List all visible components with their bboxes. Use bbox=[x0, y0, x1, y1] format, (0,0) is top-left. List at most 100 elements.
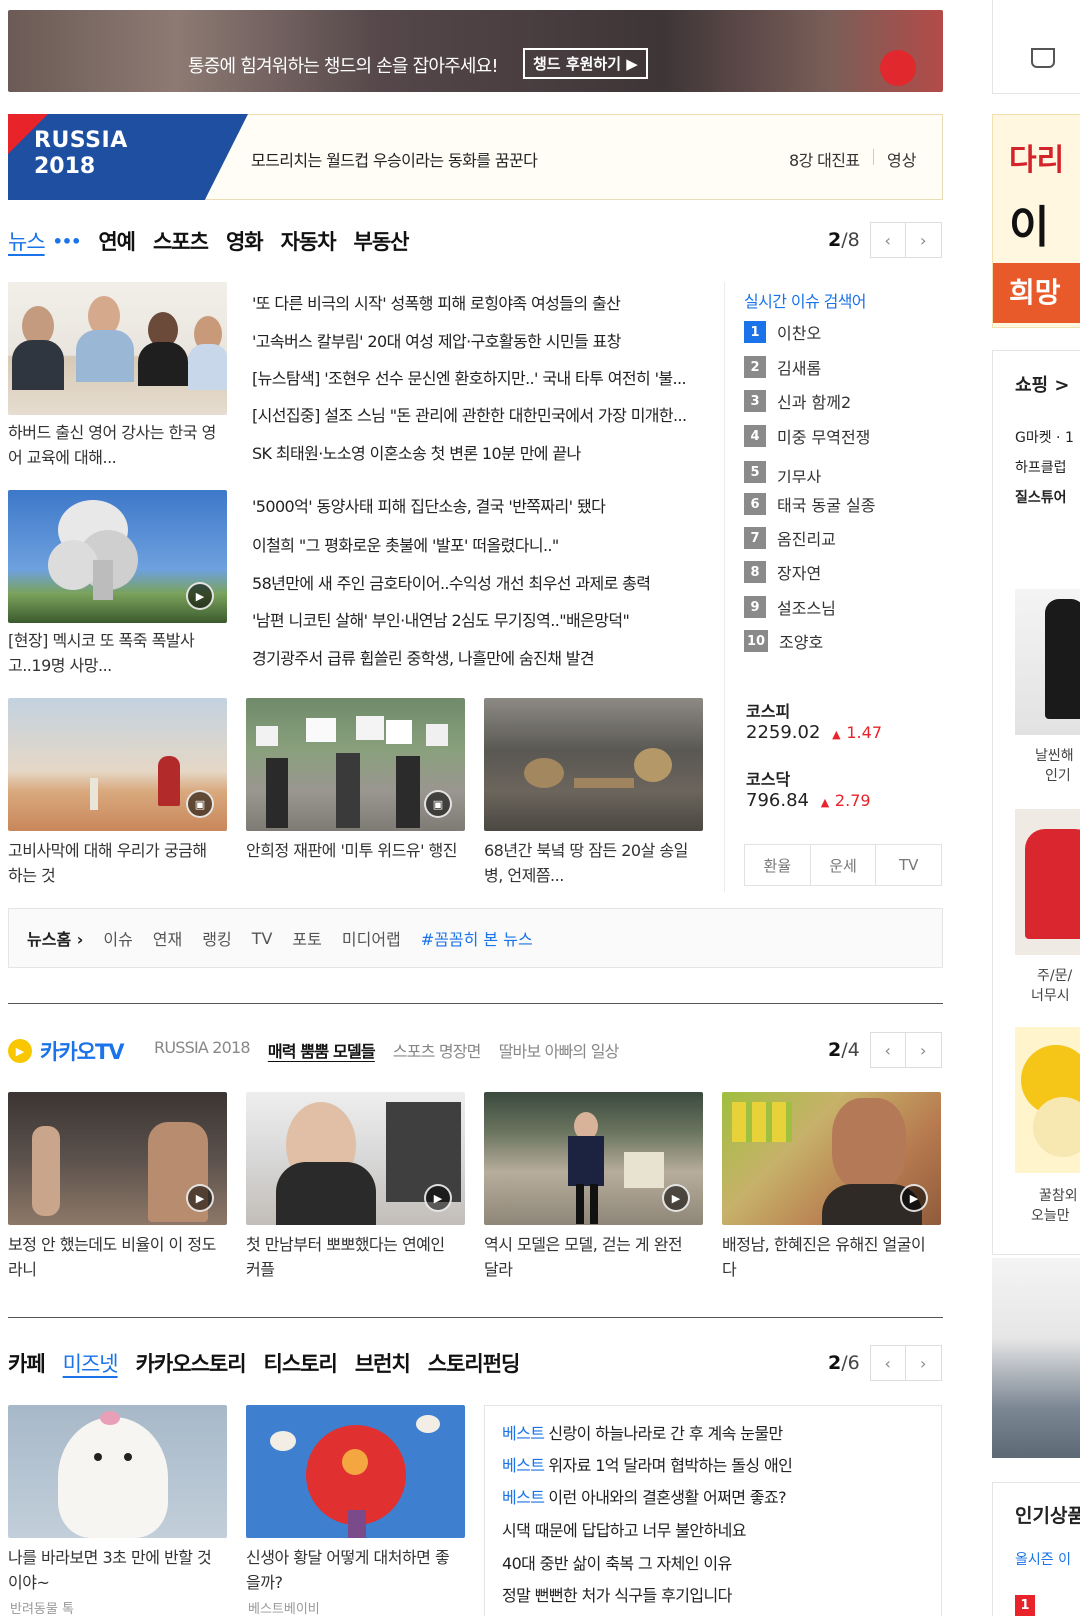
top-banner-ad[interactable]: 통증에 힘겨워하는 챙드의 손을 잡아주세요! 챙드 후원하기 ▶ bbox=[8, 10, 943, 92]
video-caption[interactable]: 역시 모델은 모델, 걷는 게 완전 달라 bbox=[484, 1232, 699, 1282]
tab-tistory[interactable]: 티스토리 bbox=[264, 1348, 338, 1378]
headline-link[interactable]: [뉴스탐색] '조현우 선수 문신엔 환호하지만..' 국내 타투 여전히 '불… bbox=[252, 365, 707, 389]
rank-item[interactable]: 10 조양호 bbox=[744, 629, 823, 653]
cafe-list-item[interactable]: 베스트 위자료 1억 달라며 협박하는 돌싱 애인 bbox=[502, 1452, 793, 1476]
popular-subtitle[interactable]: 올시즌 이 bbox=[1015, 1549, 1071, 1569]
tab-exchange-rate[interactable]: 환율 bbox=[745, 845, 811, 885]
shop-link[interactable]: 하프클럽 bbox=[1015, 457, 1067, 477]
cafe-photo-dog[interactable] bbox=[8, 1405, 227, 1538]
nav-ranking[interactable]: 랭킹 bbox=[202, 926, 231, 950]
kakaotv-title[interactable]: 카카오TV bbox=[40, 1036, 125, 1066]
tab-realestate[interactable]: 부동산 bbox=[354, 226, 410, 256]
rank-item[interactable]: 3 신과 함께2 bbox=[744, 389, 851, 413]
sidebar-photo-ad[interactable] bbox=[992, 1258, 1080, 1458]
tab-movie[interactable]: 영화 bbox=[226, 226, 264, 256]
shopping-title[interactable]: 쇼핑 > bbox=[1015, 371, 1069, 397]
news-photo-caption[interactable]: 고비사막에 대해 우리가 궁금해 하는 것 bbox=[8, 838, 223, 888]
nav-tv[interactable]: TV bbox=[252, 929, 273, 948]
news-photo-mexico[interactable]: ▶ bbox=[8, 490, 227, 623]
video-caption[interactable]: 첫 만남부터 뽀뽀했다는 연예인 커플 bbox=[246, 1232, 461, 1282]
worldcup-video-link[interactable]: 영상 bbox=[887, 147, 916, 171]
headline-link[interactable]: SK 최태원·노소영 이혼소송 첫 변론 10분 만에 끝나 bbox=[252, 440, 707, 464]
product-thumb[interactable] bbox=[1015, 589, 1080, 735]
rank-item[interactable]: 4 미중 무역전쟁 bbox=[744, 424, 870, 448]
cafe-photo-caption[interactable]: 나를 바라보면 3초 만에 반할 것이야~ bbox=[8, 1545, 223, 1595]
tab-car[interactable]: 자동차 bbox=[281, 226, 337, 256]
next-page-button[interactable]: › bbox=[905, 1345, 942, 1381]
headline-link[interactable]: '5000억' 동양사태 피해 집단소송, 결국 '반쪽짜리' 됐다 bbox=[252, 493, 707, 517]
news-photo-caption[interactable]: 안희정 재판에 '미투 위드유' 행진 bbox=[246, 838, 461, 863]
tv-tab-models[interactable]: 매력 뿜뿜 모델들 bbox=[268, 1038, 376, 1062]
ad-button[interactable]: 희망 bbox=[993, 263, 1080, 323]
headline-link[interactable]: '고속버스 칼부림' 20대 여성 제압·구호활동한 시민들 표창 bbox=[252, 328, 707, 352]
video-thumb[interactable]: ▶ bbox=[8, 1092, 227, 1225]
product-caption[interactable]: 날씬해 bbox=[1035, 745, 1074, 765]
news-photo-harvard[interactable] bbox=[8, 282, 227, 415]
next-page-button[interactable]: › bbox=[905, 1032, 942, 1068]
product-thumb[interactable] bbox=[1015, 809, 1080, 955]
tab-news[interactable]: 뉴스 bbox=[8, 226, 46, 256]
news-home-link[interactable]: 뉴스홈 › bbox=[27, 926, 83, 950]
product-caption[interactable]: 오늘만 bbox=[1031, 1205, 1070, 1225]
news-photo-remains[interactable] bbox=[484, 698, 703, 831]
shop-link[interactable]: 질스튜어 bbox=[1015, 487, 1067, 507]
tab-miznet[interactable]: 미즈넷 bbox=[63, 1348, 119, 1378]
tab-brunch[interactable]: 브런치 bbox=[355, 1348, 411, 1378]
product-caption[interactable]: 꿀참외 bbox=[1039, 1185, 1078, 1205]
rank-item[interactable]: 9 설조스님 bbox=[744, 595, 836, 619]
tab-entertainment[interactable]: 연예 bbox=[98, 226, 136, 256]
headline-link[interactable]: '또 다른 비극의 시작' 성폭행 피해 로힝야족 여성들의 출산 bbox=[252, 290, 707, 314]
rank-item[interactable]: 8 장자연 bbox=[744, 560, 821, 584]
cafe-list-item[interactable]: 40대 중반 삶이 축복 그 자체인 이유 bbox=[502, 1550, 732, 1574]
kospi-value[interactable]: 2259.02 ▲ 1.47 bbox=[746, 722, 882, 743]
headline-link[interactable]: [시선집중] 설조 스님 "돈 관리에 관한한 대한민국에서 가장 미개한... bbox=[252, 402, 707, 426]
video-caption[interactable]: 배정남, 한혜진은 유해진 얼굴이다 bbox=[722, 1232, 937, 1282]
prev-page-button[interactable]: ‹ bbox=[869, 1032, 906, 1068]
tab-cafe[interactable]: 카페 bbox=[8, 1348, 46, 1378]
prev-page-button[interactable]: ‹ bbox=[869, 222, 906, 258]
product-thumb[interactable] bbox=[1015, 1027, 1080, 1173]
video-caption[interactable]: 보정 안 했는데도 비율이 이 정도라니 bbox=[8, 1232, 223, 1282]
news-photo-caption[interactable]: 하버드 출신 영어 강사는 한국 영어 교육에 대해... bbox=[8, 420, 223, 470]
rank-item[interactable]: 1 이찬오 bbox=[744, 320, 821, 344]
next-page-button[interactable]: › bbox=[905, 222, 942, 258]
video-thumb[interactable]: ▶ bbox=[722, 1092, 941, 1225]
nav-careful-news[interactable]: #꼼꼼히 본 뉴스 bbox=[421, 926, 533, 950]
cafe-list-item[interactable]: 정말 뻔뻔한 처가 식구들 후기입니다 bbox=[502, 1582, 732, 1606]
nav-issue[interactable]: 이슈 bbox=[103, 926, 132, 950]
worldcup-bar[interactable]: RUSSIA 2018 모드리치는 월드컵 우승이라는 동화를 꿈꾼다 8강 대… bbox=[8, 114, 943, 200]
kosdaq-value[interactable]: 796.84 ▲ 2.79 bbox=[746, 790, 871, 811]
headline-link[interactable]: '남편 니코틴 살해' 부인·내연남 2심도 무기징역.."배은망덕" bbox=[252, 607, 707, 631]
tv-tab-sports[interactable]: 스포츠 명장면 bbox=[393, 1038, 482, 1062]
cafe-list-item[interactable]: 베스트 신랑이 하늘나라로 간 후 계속 눈물만 bbox=[502, 1420, 783, 1444]
rank-item[interactable]: 6 태국 동굴 실종 bbox=[744, 492, 876, 516]
tab-tv[interactable]: TV bbox=[876, 845, 941, 885]
product-caption[interactable]: 너무시 bbox=[1031, 985, 1070, 1005]
tv-tab-russia[interactable]: RUSSIA 2018 bbox=[154, 1038, 251, 1062]
cafe-list-item[interactable]: 시댁 때문에 답답하고 너무 불안하네요 bbox=[502, 1517, 746, 1541]
shop-link[interactable]: G마켓 · 1 bbox=[1015, 427, 1074, 447]
popular-title[interactable]: 인기상품 bbox=[1015, 1501, 1080, 1528]
worldcup-headline[interactable]: 모드리치는 월드컵 우승이라는 동화를 꿈꾼다 bbox=[251, 147, 538, 171]
news-photo-gobi[interactable]: ▣ bbox=[8, 698, 227, 831]
nav-series[interactable]: 연재 bbox=[153, 926, 182, 950]
tab-storyfunding[interactable]: 스토리펀딩 bbox=[428, 1348, 521, 1378]
headline-link[interactable]: 이철희 "그 평화로운 촛불에 '발포' 떠올렸다니.." bbox=[252, 532, 707, 556]
cafe-photo-caption[interactable]: 신생아 황달 어떻게 대처하면 좋을까? bbox=[246, 1545, 461, 1595]
video-thumb[interactable]: ▶ bbox=[484, 1092, 703, 1225]
news-photo-caption[interactable]: 68년간 북녘 땅 잠든 20살 송일병, 언제쯤... bbox=[484, 838, 699, 888]
news-photo-caption[interactable]: [현장] 멕시코 또 폭죽 폭발사고..19명 사망... bbox=[8, 628, 223, 678]
rank-item[interactable]: 7 옴진리교 bbox=[744, 526, 836, 550]
worldcup-bracket-link[interactable]: 8강 대진표 bbox=[789, 147, 860, 171]
tab-kakaostory[interactable]: 카카오스토리 bbox=[136, 1348, 247, 1378]
rank-item[interactable]: 5 기무사 bbox=[744, 461, 821, 483]
tab-fortune[interactable]: 운세 bbox=[811, 845, 877, 885]
tab-sports[interactable]: 스포츠 bbox=[153, 226, 209, 256]
rank-item[interactable]: 2 김새롬 bbox=[744, 355, 821, 379]
tv-tab-dad[interactable]: 딸바보 아빠의 일상 bbox=[499, 1038, 620, 1062]
sidebar-ad[interactable]: 다리 이 희망 bbox=[992, 114, 1080, 328]
nav-photo[interactable]: 포토 bbox=[292, 926, 321, 950]
prev-page-button[interactable]: ‹ bbox=[869, 1345, 906, 1381]
headline-link[interactable]: 58년만에 새 주인 금호타이어..수익성 개선 최우선 과제로 총력 bbox=[252, 570, 707, 594]
cafe-photo-baby[interactable] bbox=[246, 1405, 465, 1538]
